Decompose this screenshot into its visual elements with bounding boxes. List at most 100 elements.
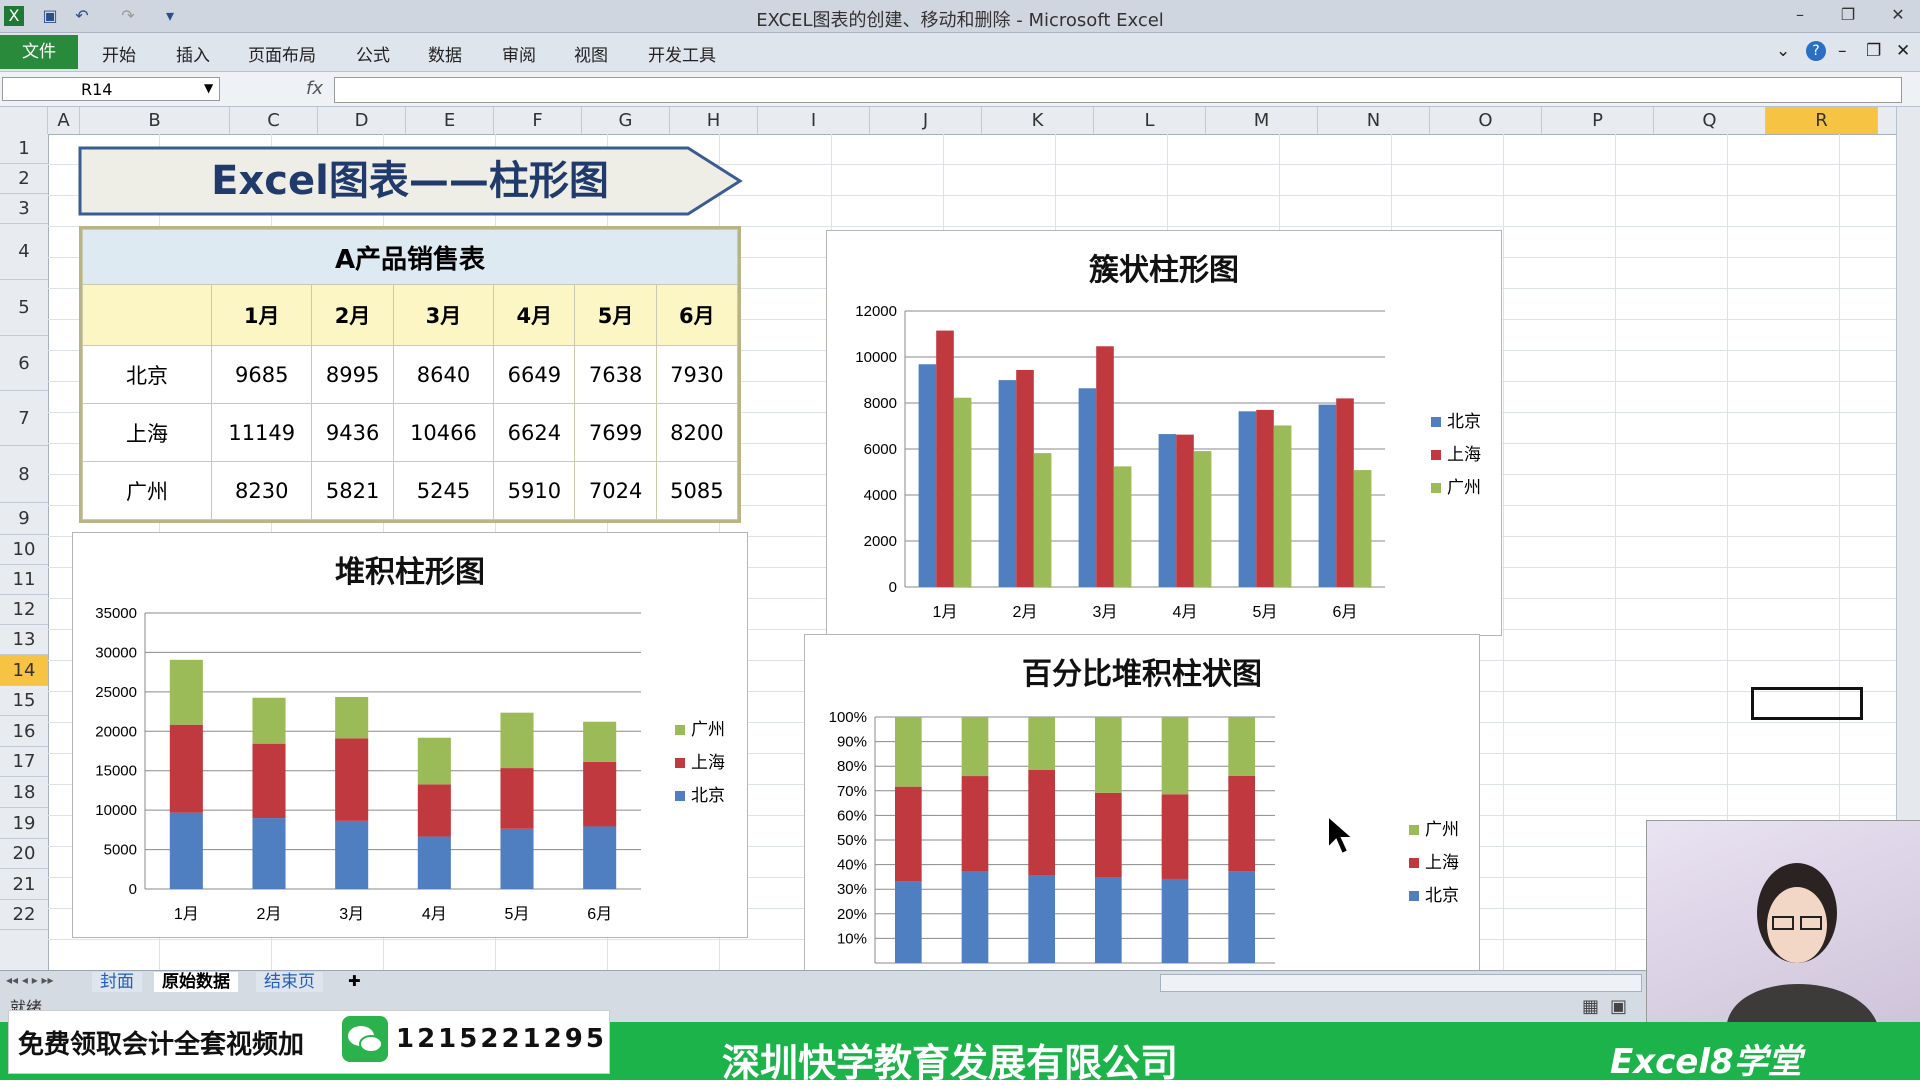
- row-header-17[interactable]: 17: [0, 747, 48, 777]
- column-header-e[interactable]: E: [406, 107, 494, 134]
- row-header-8[interactable]: 8: [0, 446, 48, 503]
- x-tick-label: 6月: [1333, 604, 1358, 621]
- help-icon[interactable]: ?: [1806, 41, 1826, 61]
- row-header-9[interactable]: 9: [0, 503, 48, 535]
- row-header-5[interactable]: 5: [0, 280, 48, 336]
- column-header-b[interactable]: B: [80, 107, 230, 134]
- sheet-tab-cover[interactable]: 封面: [92, 972, 142, 992]
- select-all-corner[interactable]: [0, 107, 48, 134]
- workbook-minimize-icon[interactable]: –: [1838, 41, 1847, 61]
- column-header-q[interactable]: Q: [1654, 107, 1766, 134]
- tab-formulas[interactable]: 公式: [356, 41, 390, 66]
- row-header-22[interactable]: 22: [0, 900, 48, 930]
- column-header-j[interactable]: J: [870, 107, 982, 134]
- row-header-12[interactable]: 12: [0, 595, 48, 625]
- column-header-i[interactable]: I: [758, 107, 870, 134]
- sheet-nav-icon[interactable]: ◂◂ ◂ ▸ ▸▸: [6, 973, 54, 987]
- tab-review[interactable]: 审阅: [502, 41, 536, 66]
- bar-segment: [895, 881, 922, 963]
- tab-data[interactable]: 数据: [428, 41, 462, 66]
- legend-label: 广州: [691, 720, 725, 739]
- name-box-dropdown-icon[interactable]: ▼: [204, 81, 213, 95]
- row-header-11[interactable]: 11: [0, 565, 48, 595]
- tab-developer[interactable]: 开发工具: [648, 41, 716, 66]
- presenter-webcam: [1646, 820, 1920, 1024]
- table-row: 广州 8230 5821 5245 5910 7024 5085: [82, 461, 739, 520]
- y-tick-label: 10%: [837, 930, 867, 947]
- bar-segment: [961, 871, 989, 963]
- page-layout-view-icon[interactable]: ▣: [1610, 996, 1627, 1017]
- column-header-d[interactable]: D: [318, 107, 406, 134]
- y-tick-label: 70%: [837, 783, 867, 800]
- row-header-bar: 1 2 3 4 5 6 7 8 9 10 11 12 13 14 15 16 17 18 19 20 21 22: [0, 134, 49, 970]
- column-header-m[interactable]: M: [1206, 107, 1318, 134]
- bar: [1078, 388, 1097, 587]
- clustered-column-chart[interactable]: 簇状柱形图 0 2000 4000 6000 8000 10000 12000 1月 2月 3月 4…: [826, 230, 1502, 636]
- column-header-f[interactable]: F: [494, 107, 582, 134]
- normal-view-icon[interactable]: ▦: [1582, 996, 1599, 1017]
- column-header-o[interactable]: O: [1430, 107, 1542, 134]
- x-tick-label: 5月: [505, 906, 530, 923]
- column-header-h[interactable]: H: [670, 107, 758, 134]
- row-header-3[interactable]: 3: [0, 194, 48, 224]
- selected-cell-r14[interactable]: [1751, 687, 1863, 720]
- row-header-18[interactable]: 18: [0, 777, 48, 808]
- brand-name: Excel8学堂: [1610, 1042, 1802, 1082]
- minimize-icon[interactable]: –: [1786, 4, 1814, 26]
- tab-page-layout[interactable]: 页面布局: [248, 41, 316, 66]
- row-header-6[interactable]: 6: [0, 336, 48, 391]
- column-header-l[interactable]: L: [1094, 107, 1206, 134]
- bar: [1113, 466, 1132, 587]
- row-header-16[interactable]: 16: [0, 716, 48, 747]
- column-header-a[interactable]: A: [48, 107, 80, 134]
- close-icon[interactable]: ✕: [1884, 4, 1912, 26]
- ribbon-collapse-icon[interactable]: ⌄: [1776, 41, 1790, 61]
- row-header-20[interactable]: 20: [0, 839, 48, 869]
- promo-offer: 免费领取会计全套视频加: [18, 1030, 305, 1060]
- row-header-1[interactable]: 1: [0, 134, 48, 164]
- bar-segment: [1095, 792, 1122, 878]
- column-header-k[interactable]: K: [982, 107, 1094, 134]
- row-header-14[interactable]: 14: [0, 655, 48, 686]
- bar-segment: [252, 818, 286, 889]
- insert-sheet-icon[interactable]: ✚: [348, 972, 361, 990]
- workbook-restore-icon[interactable]: ❐: [1866, 41, 1881, 61]
- column-header-g[interactable]: G: [582, 107, 670, 134]
- row-header-2[interactable]: 2: [0, 164, 48, 194]
- table-header-cell: 3月: [392, 284, 495, 346]
- y-tick-label: 30%: [837, 881, 867, 898]
- insert-function-icon[interactable]: fx: [306, 78, 323, 99]
- y-tick-label: 6000: [864, 441, 897, 458]
- name-box[interactable]: R14: [2, 77, 220, 101]
- x-tick-label: 3月: [339, 906, 364, 923]
- sheet-tab-end[interactable]: 结束页: [256, 972, 323, 992]
- sheet-tab-raw-data[interactable]: 原始数据: [154, 972, 238, 992]
- tab-view[interactable]: 视图: [574, 41, 608, 66]
- bar-segment: [500, 828, 534, 889]
- percent-stacked-column-chart[interactable]: 百分比堆积柱状图 10% 20% 30% 40% 50% 60% 70% 80% 90% 100%…: [804, 634, 1480, 976]
- horizontal-scrollbar[interactable]: [1160, 974, 1642, 992]
- tab-home[interactable]: 开始: [102, 41, 136, 66]
- formula-input[interactable]: [334, 77, 1902, 103]
- row-header-13[interactable]: 13: [0, 625, 48, 655]
- row-header-10[interactable]: 10: [0, 535, 48, 565]
- column-header-n[interactable]: N: [1318, 107, 1430, 134]
- row-header-19[interactable]: 19: [0, 808, 48, 839]
- tab-insert[interactable]: 插入: [176, 41, 210, 66]
- row-header-7[interactable]: 7: [0, 391, 48, 446]
- restore-icon[interactable]: ❐: [1834, 4, 1862, 26]
- column-header-p[interactable]: P: [1542, 107, 1654, 134]
- table-cell: 8640: [392, 345, 495, 404]
- y-tick-label: 5000: [104, 842, 137, 859]
- stacked-column-chart[interactable]: 堆积柱形图 0 5000 10000 15000 20000 25000 30000 3500…: [72, 532, 748, 938]
- row-header-4[interactable]: 4: [0, 224, 48, 280]
- column-header-c[interactable]: C: [230, 107, 318, 134]
- row-header-15[interactable]: 15: [0, 686, 48, 716]
- column-header-r[interactable]: R: [1766, 107, 1878, 134]
- workbook-close-icon[interactable]: ✕: [1896, 41, 1910, 61]
- bar-segment: [1028, 769, 1055, 876]
- bar-segment: [252, 743, 286, 819]
- tab-file[interactable]: 文件: [0, 35, 78, 69]
- row-header-21[interactable]: 21: [0, 869, 48, 900]
- table-cell: 7024: [574, 461, 657, 520]
